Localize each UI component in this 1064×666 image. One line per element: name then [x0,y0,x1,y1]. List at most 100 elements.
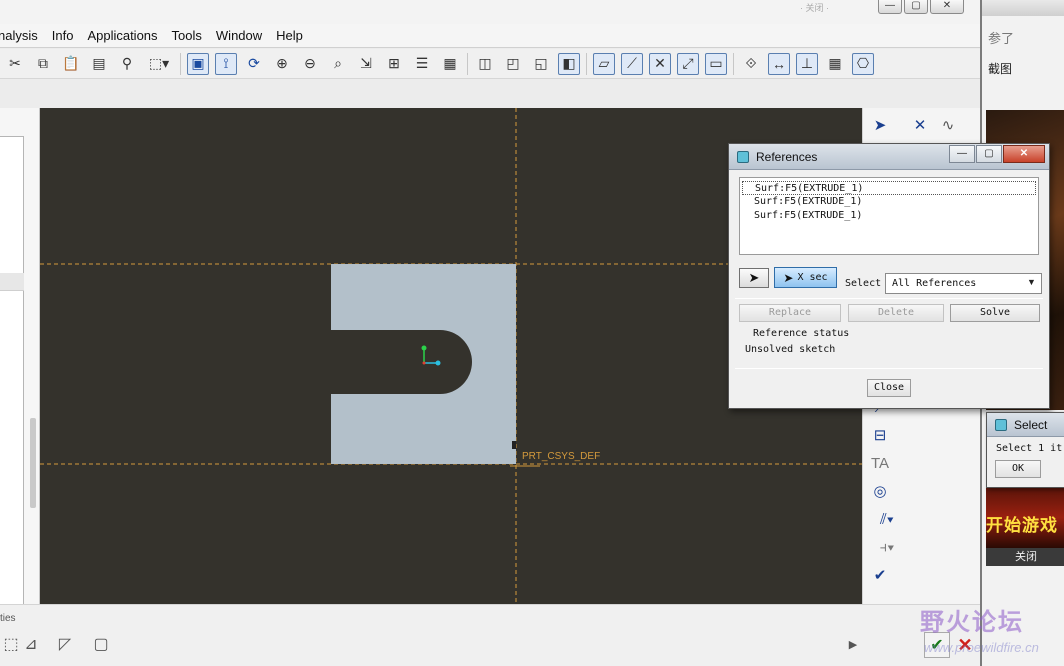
properties-label: ties [0,613,16,624]
solve-button[interactable]: Solve [950,304,1040,322]
csys-label: PRT_CSYS_DEF [522,451,600,462]
trim-icon[interactable]: ⫽▾ [867,508,907,530]
copy-icon[interactable]: ⧉ [32,53,54,75]
minimize-button[interactable]: — [878,0,902,14]
mirror-icon[interactable]: ⫞▾ [867,536,907,558]
csys-point-y [421,345,427,351]
select-arrow-icon[interactable]: ➤ [867,114,893,136]
select-filter-label: Select [845,278,882,289]
zoom-out-icon[interactable]: ⊖ [299,53,321,75]
sketch-view-icon[interactable]: ▣ [187,52,209,75]
menu-info[interactable]: Info [46,24,82,48]
paste-special-icon[interactable]: ▤ [88,53,110,75]
display-constraints-toggle-icon[interactable]: ⊥ [796,52,818,75]
reference-status-heading: Reference status [753,328,850,339]
xsec-label: X sec [797,272,828,283]
browser-titlebar [982,0,1064,16]
toolbar-separator [733,52,734,75]
delete-segment-icon[interactable]: ✕ [907,114,933,136]
dialog-divider [735,368,1043,369]
delete-button[interactable]: Delete [848,304,944,322]
dialog-maximize-button[interactable]: ▢ [976,145,1002,163]
watermark: ✔ ✕ 野火论坛 www.proewildfire.cn [858,600,1058,666]
datum-planes-icon[interactable]: ▱ [593,52,615,75]
references-dialog-title: References [756,150,818,164]
model-tree-row[interactable] [0,273,24,291]
select-dialog-titlebar[interactable]: Select [987,413,1064,437]
menu-help[interactable]: Help [270,24,311,48]
view-manager-icon[interactable]: ⊞ [383,53,405,75]
menu-tools[interactable]: Tools [166,24,210,48]
spline-icon[interactable]: ∿ [935,114,961,136]
close-dialog-button[interactable]: Close [867,379,911,397]
refit-icon[interactable]: ⌕ [327,53,349,75]
pointer-icon: ➤ [748,270,760,285]
slope-icon[interactable]: ⊿ [20,633,42,655]
select-ok-button[interactable]: OK [995,460,1041,478]
select-dialog-title: Select [1014,418,1048,432]
cut-icon[interactable]: ✂ [4,53,26,75]
datum-points-icon[interactable]: ✕ [649,52,671,75]
no-hidden-icon[interactable]: ◱ [530,53,552,75]
csys-marker [512,441,516,449]
find-icon[interactable]: ⚲ [116,53,138,75]
close-button[interactable]: ✕ [930,0,964,14]
display-constraints-icon[interactable]: ⟐ [740,53,762,75]
display-grid-icon[interactable]: ▦ [824,53,846,75]
triangle-icon[interactable]: ◸ [54,633,76,655]
references-dialog-titlebar[interactable]: References — ▢ ✕ [729,144,1049,170]
coordinate-systems-icon[interactable]: ⤢ [677,52,699,75]
menu-bar: nalysis Info Applications Tools Window H… [0,24,980,48]
done-check-icon[interactable]: ✔ [867,564,893,586]
select-reference-button[interactable]: ➤ [739,268,769,288]
pointer-icon: ➤ [783,270,794,285]
layers-icon[interactable]: ☰ [411,53,433,75]
saved-views-icon[interactable]: ▦ [439,53,461,75]
title-bar: · 关闭 · — ▢ ✕ [0,0,980,24]
annotations-icon[interactable]: ▭ [705,52,727,75]
maximize-button[interactable]: ▢ [904,0,928,14]
reference-item[interactable]: Surf:F5(EXTRUDE_1) [742,181,1036,195]
references-list[interactable]: Surf:F5(EXTRUDE_1) Surf:F5(EXTRUDE_1) Su… [739,177,1039,255]
menu-applications[interactable]: Applications [81,24,165,48]
toolbar-separator [586,52,587,75]
watermark-url: www.proewildfire.cn [924,640,1039,655]
main-toolbar: ✂ ⧉ 📋 ▤ ⚲ ⬚▾ ▣ ⟟ ⟳ ⊕ ⊖ ⌕ ⇲ ⊞ ☰ ▦ ◫ ◰ ◱ ◧… [0,49,980,79]
menu-analysis[interactable]: nalysis [0,24,46,48]
text-icon[interactable]: TA [867,452,893,474]
reorient-icon[interactable]: ⇲ [355,53,377,75]
replace-button[interactable]: Replace [739,304,841,322]
display-dimensions-icon[interactable]: ↔ [768,52,790,75]
reference-item[interactable]: Surf:F5(EXTRUDE_1) [742,209,1036,223]
display-vertices-icon[interactable]: ⎔ [852,52,874,75]
rectangle-icon[interactable]: ▢ [90,633,112,655]
zoom-in-icon[interactable]: ⊕ [271,53,293,75]
regenerate-icon[interactable]: ⟳ [243,53,265,75]
dropdown-arrow-icon[interactable]: ▼ [1027,277,1036,287]
paste-icon[interactable]: 📋 [60,53,82,75]
line-chain-icon[interactable]: ⬚ [0,633,22,655]
sketcher-display-icon[interactable]: ⟟ [215,52,237,75]
ad-close-button[interactable]: 关闭 [986,548,1064,566]
panel-splitter-handle[interactable] [30,418,36,508]
palette-icon[interactable]: ◎ [867,480,893,502]
dialog-close-button[interactable]: ✕ [1003,145,1045,163]
app-window: · 关闭 · — ▢ ✕ nalysis Info Applications T… [0,0,1064,666]
xsec-button[interactable]: ➤ X sec [774,267,837,288]
select-filter-dropdown[interactable]: All References [885,273,1042,294]
model-tree[interactable] [0,136,24,666]
select-box-icon[interactable]: ⬚▾ [144,53,174,75]
reference-item[interactable]: Surf:F5(EXTRUDE_1) [742,195,1036,209]
screenshot-tool-label[interactable]: 截图 [988,60,1012,77]
window-controls: — ▢ ✕ [878,0,964,14]
wireframe-icon[interactable]: ◫ [474,53,496,75]
hidden-line-icon[interactable]: ◰ [502,53,524,75]
toolbar-separator [180,52,181,75]
browser-text: 参了 [988,31,1015,46]
dialog-minimize-button[interactable]: — [949,145,975,163]
modify-icon[interactable]: ⊟ [867,424,893,446]
watermark-text: 野火论坛 [920,609,1024,636]
datum-axes-icon[interactable]: ⟋ [621,52,643,75]
menu-window[interactable]: Window [210,24,270,48]
shading-icon[interactable]: ◧ [558,52,580,75]
